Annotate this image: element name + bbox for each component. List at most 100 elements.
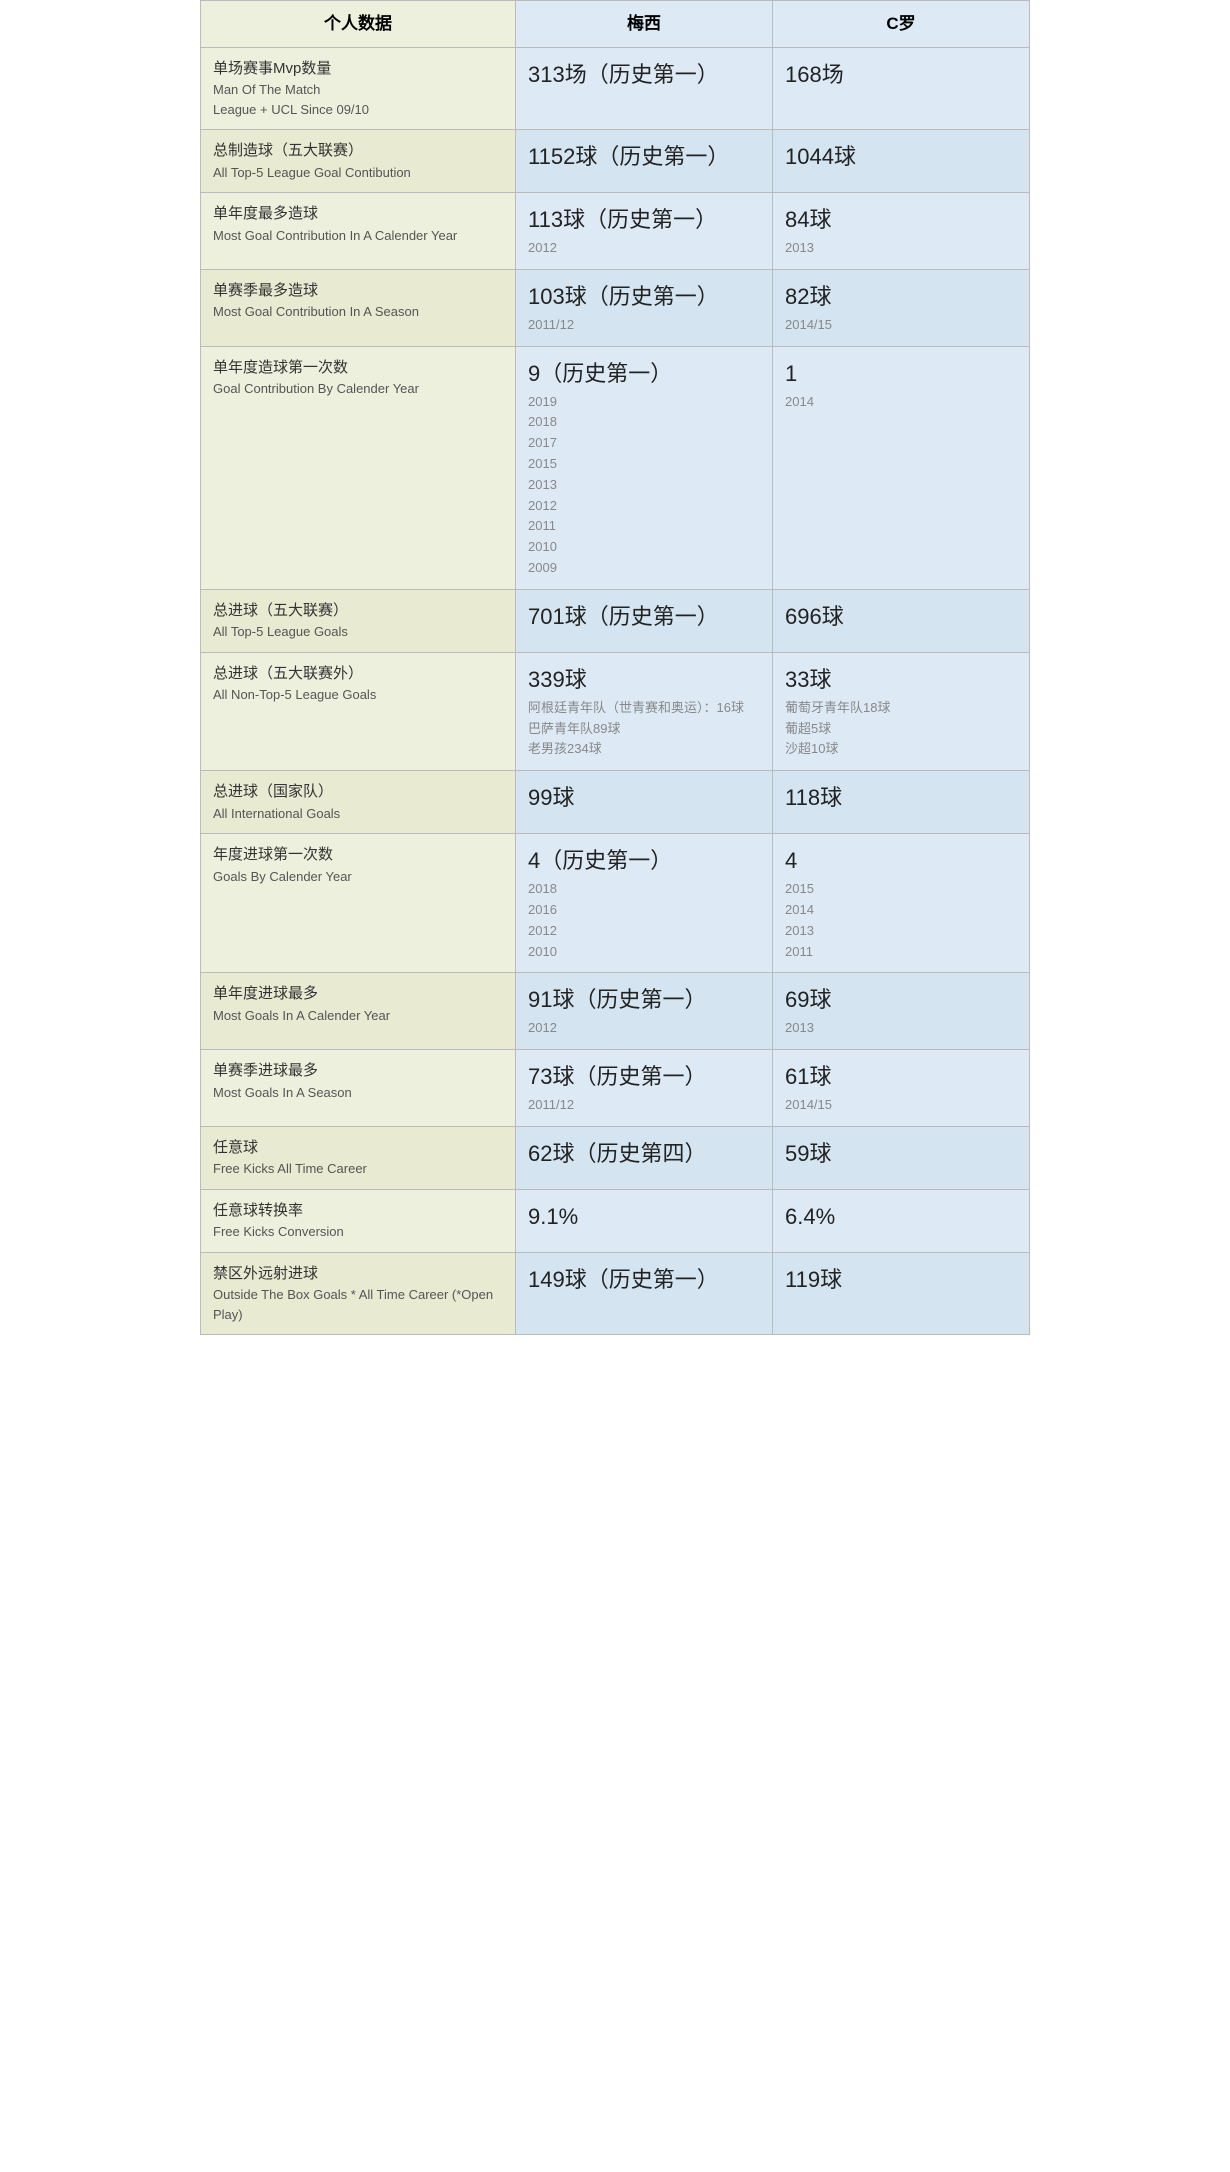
ronaldo-main-value: 6.4%: [785, 1200, 1017, 1233]
row-ronaldo-10: 61球2014/15: [773, 1050, 1030, 1127]
header-label: 个人数据: [201, 1, 516, 48]
row-label-10: 单赛季进球最多 Most Goals In A Season: [201, 1050, 516, 1127]
messi-sub-value: 2012: [528, 1018, 760, 1039]
label-zh: 总进球（五大联赛）: [213, 602, 348, 619]
ronaldo-sub-value: 2013: [785, 238, 1017, 259]
messi-main-value: 339球: [528, 663, 760, 696]
label-zh: 总制造球（五大联赛）: [213, 142, 363, 159]
row-ronaldo-3: 82球2014/15: [773, 269, 1030, 346]
row-label-11: 任意球 Free Kicks All Time Career: [201, 1126, 516, 1189]
row-ronaldo-0: 168场: [773, 47, 1030, 130]
ronaldo-sub-value: 2014: [785, 392, 1017, 413]
ronaldo-main-value: 4: [785, 844, 1017, 877]
messi-sub-value: 2019 2018 2017 2015 2013 2012 2011 2010 …: [528, 392, 760, 579]
label-zh: 单赛季进球最多: [213, 1062, 318, 1079]
ronaldo-sub-value: 2014/15: [785, 1095, 1017, 1116]
row-messi-0: 313场（历史第一）: [516, 47, 773, 130]
row-messi-11: 62球（历史第四）: [516, 1126, 773, 1189]
row-messi-13: 149球（历史第一）: [516, 1252, 773, 1335]
label-zh: 单年度造球第一次数: [213, 359, 348, 376]
ronaldo-sub-value: 2015 2014 2013 2011: [785, 879, 1017, 962]
row-label-5: 总进球（五大联赛） All Top-5 League Goals: [201, 589, 516, 652]
ronaldo-main-value: 696球: [785, 600, 1017, 633]
label-zh: 单场赛事Mvp数量: [213, 60, 331, 77]
messi-main-value: 99球: [528, 781, 760, 814]
label-zh: 任意球转换率: [213, 1202, 303, 1219]
label-en: Free Kicks Conversion: [213, 1222, 503, 1242]
messi-main-value: 91球（历史第一）: [528, 983, 760, 1016]
messi-main-value: 62球（历史第四）: [528, 1137, 760, 1170]
label-en: All Top-5 League Goals: [213, 622, 503, 642]
label-en: All Top-5 League Goal Contibution: [213, 163, 503, 183]
row-label-7: 总进球（国家队） All International Goals: [201, 771, 516, 834]
ronaldo-sub-value: 葡萄牙青年队18球 葡超5球 沙超10球: [785, 698, 1017, 760]
ronaldo-sub-value: 2013: [785, 1018, 1017, 1039]
ronaldo-main-value: 118球: [785, 781, 1017, 814]
row-ronaldo-4: 12014: [773, 346, 1030, 589]
label-en: Free Kicks All Time Career: [213, 1159, 503, 1179]
row-label-0: 单场赛事Mvp数量 Man Of The Match League + UCL S…: [201, 47, 516, 130]
ronaldo-main-value: 82球: [785, 280, 1017, 313]
messi-main-value: 9.1%: [528, 1200, 760, 1233]
label-en: All Non-Top-5 League Goals: [213, 685, 503, 705]
row-label-3: 单赛季最多造球 Most Goal Contribution In A Seaso…: [201, 269, 516, 346]
messi-main-value: 4（历史第一）: [528, 844, 760, 877]
messi-main-value: 73球（历史第一）: [528, 1060, 760, 1093]
row-ronaldo-1: 1044球: [773, 130, 1030, 193]
label-en: Man Of The Match League + UCL Since 09/1…: [213, 80, 503, 119]
messi-main-value: 149球（历史第一）: [528, 1263, 760, 1296]
row-messi-2: 113球（历史第一）2012: [516, 193, 773, 270]
row-messi-6: 339球阿根廷青年队（世青赛和奥运）：16球 巴萨青年队89球 老男孩234球: [516, 652, 773, 770]
label-en: Most Goal Contribution In A Calender Yea…: [213, 226, 503, 246]
ronaldo-main-value: 59球: [785, 1137, 1017, 1170]
label-zh: 禁区外远射进球: [213, 1265, 318, 1282]
row-label-9: 单年度进球最多 Most Goals In A Calender Year: [201, 973, 516, 1050]
row-ronaldo-9: 69球2013: [773, 973, 1030, 1050]
row-messi-7: 99球: [516, 771, 773, 834]
row-ronaldo-11: 59球: [773, 1126, 1030, 1189]
label-en: Outside The Box Goals * All Time Career …: [213, 1285, 503, 1324]
label-zh: 单年度进球最多: [213, 985, 318, 1002]
messi-main-value: 9（历史第一）: [528, 357, 760, 390]
ronaldo-main-value: 119球: [785, 1263, 1017, 1296]
label-en: Most Goals In A Season: [213, 1083, 503, 1103]
row-messi-5: 701球（历史第一）: [516, 589, 773, 652]
ronaldo-main-value: 61球: [785, 1060, 1017, 1093]
row-messi-1: 1152球（历史第一）: [516, 130, 773, 193]
ronaldo-main-value: 1: [785, 357, 1017, 390]
messi-sub-value: 2012: [528, 238, 760, 259]
row-messi-4: 9（历史第一）2019 2018 2017 2015 2013 2012 201…: [516, 346, 773, 589]
label-en: Most Goals In A Calender Year: [213, 1006, 503, 1026]
row-label-6: 总进球（五大联赛外） All Non-Top-5 League Goals: [201, 652, 516, 770]
row-label-4: 单年度造球第一次数 Goal Contribution By Calender Y…: [201, 346, 516, 589]
label-zh: 总进球（国家队）: [213, 783, 333, 800]
row-ronaldo-13: 119球: [773, 1252, 1030, 1335]
row-ronaldo-7: 118球: [773, 771, 1030, 834]
row-label-13: 禁区外远射进球 Outside The Box Goals * All Time …: [201, 1252, 516, 1335]
row-messi-3: 103球（历史第一）2011/12: [516, 269, 773, 346]
label-en: All International Goals: [213, 804, 503, 824]
messi-sub-value: 2011/12: [528, 315, 760, 336]
label-zh: 总进球（五大联赛外）: [213, 665, 363, 682]
row-messi-9: 91球（历史第一）2012: [516, 973, 773, 1050]
messi-main-value: 701球（历史第一）: [528, 600, 760, 633]
ronaldo-main-value: 69球: [785, 983, 1017, 1016]
row-ronaldo-8: 42015 2014 2013 2011: [773, 834, 1030, 973]
ronaldo-main-value: 33球: [785, 663, 1017, 696]
label-zh: 单赛季最多造球: [213, 282, 318, 299]
row-label-12: 任意球转换率 Free Kicks Conversion: [201, 1189, 516, 1252]
label-en: Goal Contribution By Calender Year: [213, 379, 503, 399]
label-zh: 任意球: [213, 1139, 258, 1156]
row-ronaldo-6: 33球葡萄牙青年队18球 葡超5球 沙超10球: [773, 652, 1030, 770]
ronaldo-main-value: 168场: [785, 58, 1017, 91]
ronaldo-sub-value: 2014/15: [785, 315, 1017, 336]
row-label-1: 总制造球（五大联赛） All Top-5 League Goal Contibut…: [201, 130, 516, 193]
row-messi-10: 73球（历史第一）2011/12: [516, 1050, 773, 1127]
row-ronaldo-2: 84球2013: [773, 193, 1030, 270]
header-ronaldo: C罗: [773, 1, 1030, 48]
messi-sub-value: 阿根廷青年队（世青赛和奥运）：16球 巴萨青年队89球 老男孩234球: [528, 698, 760, 760]
label-en: Most Goal Contribution In A Season: [213, 302, 503, 322]
header-messi: 梅西: [516, 1, 773, 48]
ronaldo-main-value: 84球: [785, 203, 1017, 236]
label-zh: 年度进球第一次数: [213, 846, 333, 863]
